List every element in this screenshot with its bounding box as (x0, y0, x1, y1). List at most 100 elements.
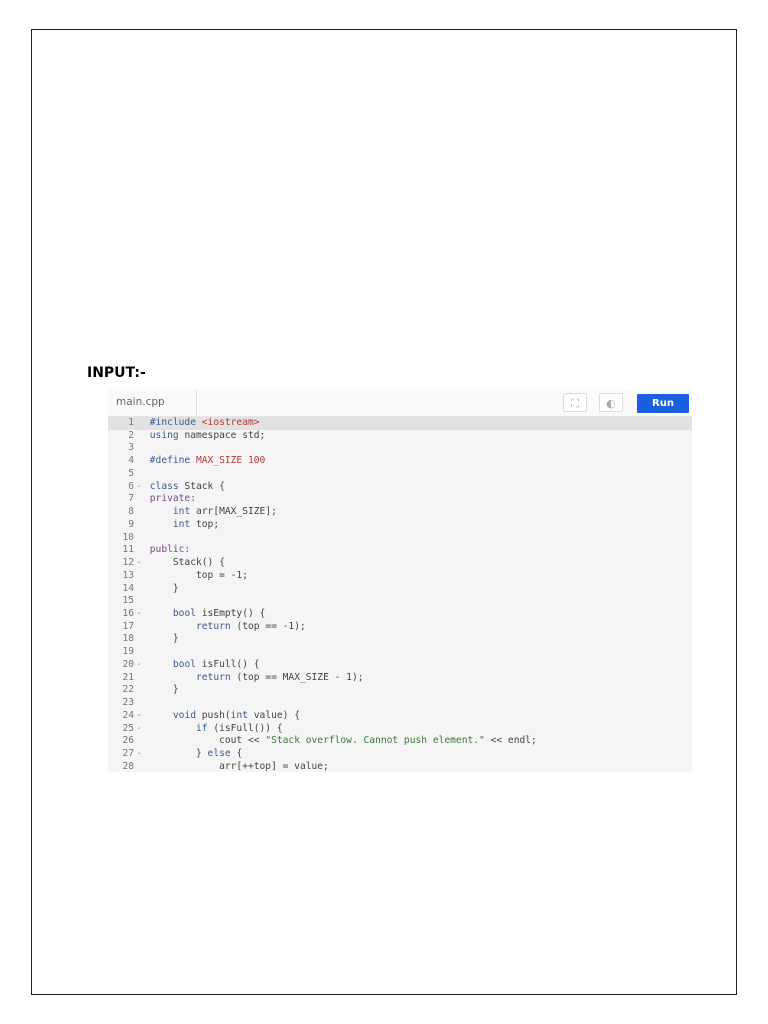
line-number: 26 (122, 735, 134, 747)
fold-toggle-icon[interactable]: - (134, 748, 144, 761)
code-editor: main.cpp ⛶ ◐ Run 1 #include <iostream> 2 … (108, 389, 692, 772)
code-token: { (236, 748, 243, 760)
code-token: top; (196, 518, 220, 530)
code-line: 2 using namespace std; (108, 430, 692, 443)
code-line: 15 (108, 595, 692, 608)
fold-toggle-icon[interactable]: - (134, 481, 144, 494)
code-token: int (172, 506, 196, 518)
code-token: } (149, 748, 208, 760)
code-token: return (196, 620, 237, 632)
fold-toggle-icon[interactable]: - (134, 557, 144, 570)
fold-toggle-icon[interactable]: - (134, 723, 144, 736)
line-number: 18 (122, 633, 134, 645)
code-token: } (149, 582, 179, 594)
line-number: 3 (128, 442, 134, 454)
code-line: 22 } (108, 684, 692, 697)
theme-toggle-icon[interactable]: ◐ (599, 393, 623, 412)
code-line: 5 (108, 468, 692, 481)
line-number: 16 (122, 608, 134, 620)
code-line: 26 cout << "Stack overflow. Cannot push … (108, 735, 692, 748)
code-line: 7 private: (108, 493, 692, 506)
code-line: 18 } (108, 633, 692, 646)
code-line: 23 (108, 697, 692, 710)
code-token: void (172, 709, 202, 721)
code-line: 3 (108, 442, 692, 455)
line-number: 12 (122, 557, 134, 569)
run-button[interactable]: Run (637, 394, 689, 413)
code-area[interactable]: 1 #include <iostream> 2 using namespace s… (108, 417, 692, 772)
fold-toggle-icon[interactable]: - (134, 608, 144, 621)
code-token: public: (149, 544, 191, 556)
code-token: std; (242, 429, 266, 441)
code-line: 27- } else { (108, 748, 692, 761)
line-number: 8 (128, 506, 134, 518)
code-line: 8 int arr[MAX_SIZE]; (108, 506, 692, 519)
code-token: "Stack overflow. Cannot push element." (265, 735, 485, 747)
code-token: } (149, 684, 179, 696)
code-line: 19 (108, 646, 692, 659)
code-line: 4 #define MAX_SIZE 100 (108, 455, 692, 468)
line-number: 2 (128, 429, 134, 441)
code-line: 25- if (isFull()) { (108, 723, 692, 736)
line-number: 14 (122, 582, 134, 594)
code-token: << endl; (484, 735, 537, 747)
code-line: 21 return (top == MAX_SIZE - 1); (108, 672, 692, 685)
code-line: 9 int top; (108, 519, 692, 532)
fold-toggle-icon[interactable]: - (134, 710, 144, 723)
code-token: top = -1; (149, 569, 248, 581)
code-token: #define (149, 455, 196, 467)
line-number: 21 (122, 671, 134, 683)
line-number: 11 (122, 544, 134, 556)
code-token: return (196, 671, 237, 683)
line-number: 19 (122, 646, 134, 658)
code-token: private: (149, 493, 196, 505)
code-line: 12- Stack() { (108, 557, 692, 570)
code-token: bool (172, 608, 202, 620)
code-token: } (149, 633, 179, 645)
code-line: 11 public: (108, 544, 692, 557)
line-number: 9 (128, 518, 134, 530)
line-number: 22 (122, 684, 134, 696)
editor-header: main.cpp ⛶ ◐ Run (108, 389, 692, 417)
fold-toggle-icon[interactable]: - (134, 659, 144, 672)
tab-main-cpp[interactable]: main.cpp (108, 389, 197, 416)
line-number: 20 (122, 658, 134, 670)
code-token: arr[MAX_SIZE]; (196, 506, 277, 518)
code-token: isFull() { (201, 658, 260, 670)
code-line: 20- bool isFull() { (108, 659, 692, 672)
line-number: 15 (122, 595, 134, 607)
code-token: value) { (253, 709, 300, 721)
code-token: Stack { (184, 480, 225, 492)
code-token: class (149, 480, 185, 492)
line-number: 10 (122, 531, 134, 543)
code-token: (isFull()) { (213, 722, 283, 734)
line-number: 25 (122, 722, 134, 734)
code-line: 6- class Stack { (108, 481, 692, 494)
code-line: 10 (108, 532, 692, 545)
code-token: (top == -1); (236, 620, 306, 632)
line-number: 6 (128, 480, 134, 492)
input-heading: INPUT:- (87, 365, 146, 381)
line-number: 23 (122, 697, 134, 709)
code-token: #include (149, 417, 202, 428)
code-token: (top == MAX_SIZE - 1); (236, 671, 364, 683)
code-line: 1 #include <iostream> (108, 417, 692, 430)
code-token: using (149, 429, 185, 441)
code-token: bool (172, 658, 202, 670)
code-token: MAX_SIZE 100 (196, 455, 266, 467)
code-line: 24- void push(int value) { (108, 710, 692, 723)
code-line: 28 arr[++top] = value; (108, 761, 692, 772)
code-line: 17 return (top == -1); (108, 621, 692, 634)
code-token: Stack() { (149, 557, 225, 569)
fullscreen-icon[interactable]: ⛶ (563, 393, 587, 412)
line-number: 4 (128, 455, 134, 467)
code-token: else (207, 748, 237, 760)
